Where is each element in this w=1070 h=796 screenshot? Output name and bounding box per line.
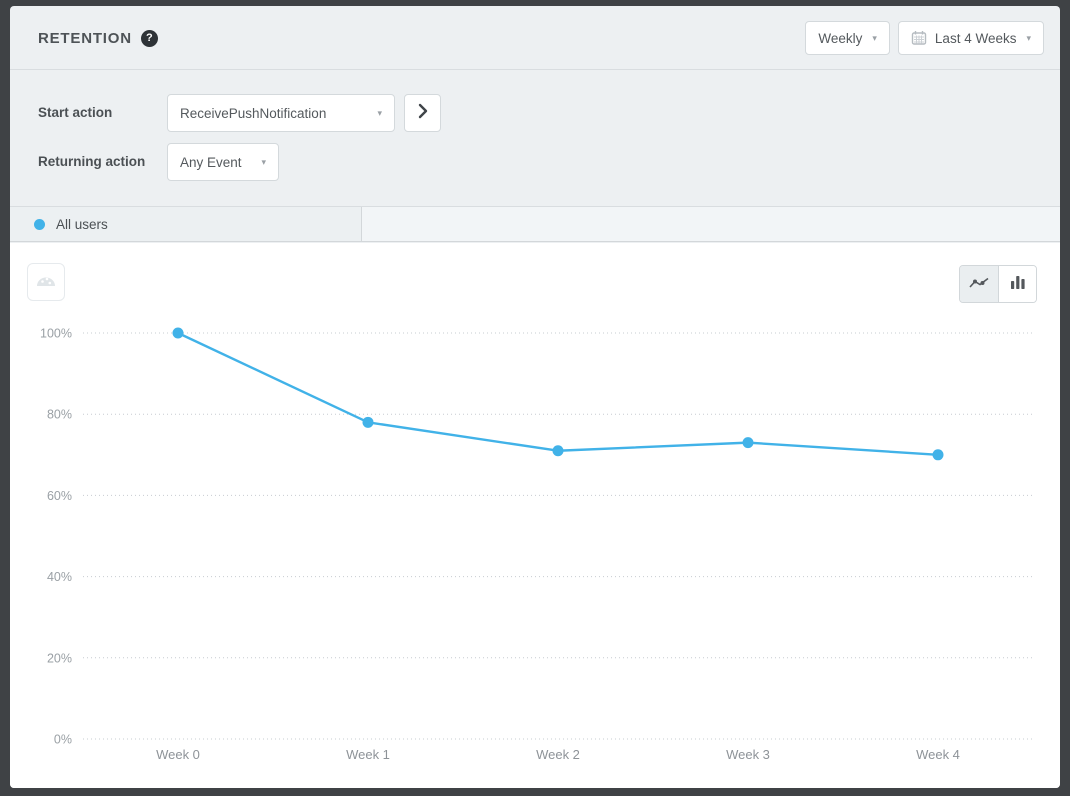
cohort-button[interactable] — [27, 263, 65, 301]
cohort-dome-icon — [35, 272, 57, 293]
y-axis-tick-label: 20% — [47, 651, 72, 665]
interval-dropdown-value: Weekly — [818, 31, 862, 46]
returning-action-dropdown[interactable]: Any Event ▾ — [167, 143, 279, 181]
returning-action-value: Any Event — [180, 155, 242, 170]
page-title: RETENTION — [38, 30, 132, 47]
calendar-icon — [911, 30, 927, 46]
chevron-down-icon: ▾ — [377, 108, 382, 119]
chart-point-week-0[interactable] — [173, 328, 184, 339]
returning-action-label: Returning action — [38, 143, 145, 181]
x-axis-tick-label: Week 2 — [536, 747, 580, 762]
date-range-value: Last 4 Weeks — [935, 31, 1017, 46]
line-chart-toggle-button[interactable] — [960, 266, 998, 302]
retention-line-chart: 0% 20% 40% 60% 80% 100% Week 0 Week 1 Week 2 Week… — [10, 313, 1060, 783]
page-title-group: RETENTION ? — [38, 6, 158, 70]
date-range-dropdown[interactable]: Last 4 Weeks ▾ — [898, 21, 1044, 55]
x-axis-tick-label: Week 0 — [156, 747, 200, 762]
next-step-button[interactable] — [404, 94, 441, 132]
y-axis-tick-label: 100% — [40, 327, 72, 341]
retention-series-line — [178, 333, 938, 455]
line-chart-icon — [969, 275, 989, 294]
header: RETENTION ? Weekly ▾ — [10, 6, 1060, 70]
chart-type-toggle — [959, 265, 1037, 303]
chart-point-week-4[interactable] — [933, 449, 944, 460]
series-tabbar: All users — [10, 206, 1060, 242]
start-action-value: ReceivePushNotification — [180, 106, 326, 121]
y-axis-tick-label: 0% — [54, 733, 72, 747]
help-icon[interactable]: ? — [141, 30, 158, 47]
tab-all-users-label: All users — [56, 217, 108, 232]
y-axis-tick-label: 60% — [47, 489, 72, 503]
interval-dropdown[interactable]: Weekly ▾ — [805, 21, 890, 55]
chart-card: 0% 20% 40% 60% 80% 100% Week 0 Week 1 Week 2 Week… — [10, 243, 1060, 788]
x-axis-tick-label: Week 1 — [346, 747, 390, 762]
header-actions: Weekly ▾ Last — [805, 21, 1044, 55]
x-axis-tick-label: Week 3 — [726, 747, 770, 762]
series-color-dot — [34, 219, 45, 230]
retention-panel: RETENTION ? Weekly ▾ — [10, 6, 1060, 788]
chevron-down-icon: ▾ — [1026, 33, 1031, 44]
bar-chart-toggle-button[interactable] — [998, 266, 1036, 302]
bar-chart-icon — [1010, 275, 1026, 293]
y-axis-tick-label: 80% — [47, 408, 72, 422]
y-axis-tick-label: 40% — [47, 570, 72, 584]
chevron-right-icon — [418, 103, 428, 124]
tab-all-users[interactable]: All users — [10, 207, 362, 241]
chart-point-week-3[interactable] — [743, 437, 754, 448]
chart-point-week-2[interactable] — [553, 445, 564, 456]
chevron-down-icon: ▾ — [872, 33, 877, 44]
start-action-label: Start action — [38, 94, 112, 132]
chevron-down-icon: ▾ — [261, 157, 266, 168]
start-action-dropdown[interactable]: ReceivePushNotification ▾ — [167, 94, 395, 132]
chart-point-week-1[interactable] — [363, 417, 374, 428]
x-axis-tick-label: Week 4 — [916, 747, 960, 762]
